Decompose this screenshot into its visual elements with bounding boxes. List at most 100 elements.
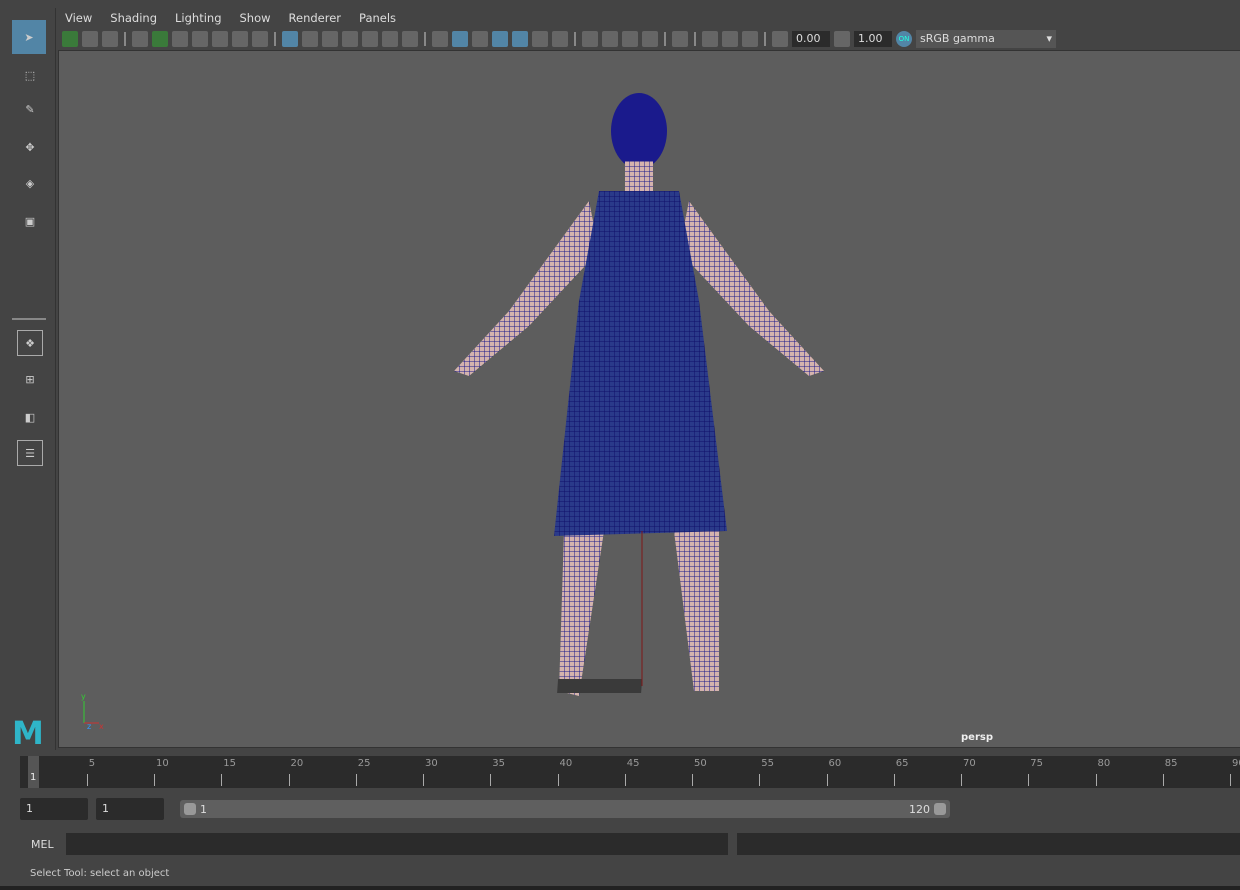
range-slider-bar: 1 1 1 120 (8, 794, 1240, 824)
timeline-tick (557, 774, 559, 786)
range-slider[interactable]: 1 120 (180, 800, 950, 818)
xray-active-icon[interactable] (722, 31, 738, 47)
grease-pencil-icon[interactable] (252, 31, 268, 47)
textured-icon[interactable] (512, 31, 528, 47)
timeline-tick-label: 60 (828, 758, 842, 769)
single-view-layout-icon[interactable]: ❖ (17, 330, 43, 356)
gate-mask-icon[interactable] (342, 31, 358, 47)
timeline-tick-label: 70 (963, 758, 976, 769)
rotate-tool-icon[interactable]: ◈ (17, 170, 43, 196)
isolate-select-icon[interactable] (672, 31, 688, 47)
exposure-icon[interactable] (772, 31, 788, 47)
timeline-tick-label: 10 (156, 758, 169, 769)
timeline-tick (759, 774, 761, 786)
camera-sequence-icon[interactable] (172, 31, 188, 47)
color-management-toggle[interactable]: ON (896, 31, 912, 47)
viewport-panel: View Shading Lighting Show Renderer Pane… (55, 8, 1240, 750)
select-tool-icon[interactable]: ➤ (12, 20, 46, 54)
depth-of-field-icon[interactable] (642, 31, 658, 47)
lights-icon[interactable] (532, 31, 548, 47)
image-plane-icon[interactable] (212, 31, 228, 47)
command-language-label[interactable]: MEL (31, 838, 54, 851)
time-slider[interactable]: 1 5 10 15 20 25 30 35 40 45 50 55 60 65 70 75 80 85 90 (20, 756, 1240, 788)
menu-renderer[interactable]: Renderer (280, 8, 351, 28)
timeline-tick-label: 50 (694, 758, 707, 769)
lasso-tool-icon[interactable]: ⬚ (17, 62, 43, 88)
timeline-tick-label: 30 (425, 758, 438, 769)
xray-joints-icon[interactable] (742, 31, 758, 47)
timeline-tick (221, 774, 223, 786)
timeline-tick-label: 80 (1097, 758, 1111, 769)
menu-view[interactable]: View (56, 8, 101, 28)
antialiasing-icon[interactable] (622, 31, 638, 47)
wireframe-icon[interactable] (432, 31, 448, 47)
ground-plane (557, 679, 643, 693)
animation-start-field[interactable]: 1 (20, 798, 88, 820)
color-space-value: sRGB gamma (920, 32, 995, 45)
shadows-icon[interactable] (552, 31, 568, 47)
menu-shading[interactable]: Shading (101, 8, 166, 28)
grid-icon[interactable] (282, 31, 298, 47)
panel-toolbar: 0.00 1.00 ON sRGB gamma ▾ (56, 28, 1240, 50)
scale-tool-icon[interactable]: ▣ (17, 208, 43, 234)
lock-camera-icon[interactable] (152, 31, 168, 47)
safe-action-icon[interactable] (382, 31, 398, 47)
outliner-layout-icon[interactable]: ☰ (17, 440, 43, 466)
timeline-tick (692, 774, 694, 786)
current-frame-marker[interactable]: 1 (28, 756, 39, 788)
timeline-tick (1162, 774, 1164, 786)
move-tool-icon[interactable]: ✥ (17, 134, 43, 160)
timeline-tick (893, 774, 895, 786)
color-space-dropdown[interactable]: sRGB gamma ▾ (916, 30, 1056, 48)
bookmark-icon[interactable] (102, 31, 118, 47)
bookmark-2-icon[interactable] (192, 31, 208, 47)
select-camera-icon[interactable] (62, 31, 78, 47)
four-view-layout-icon[interactable]: ⊞ (17, 366, 43, 392)
axis-y-label: y (81, 692, 86, 701)
menu-lighting[interactable]: Lighting (166, 8, 230, 28)
bottom-edge (0, 886, 1240, 890)
xray-icon[interactable] (702, 31, 718, 47)
resolution-gate-icon[interactable] (322, 31, 338, 47)
menu-show[interactable]: Show (231, 8, 280, 28)
timeline-tick (624, 774, 626, 786)
timeline-tick (1028, 774, 1030, 786)
range-start-label: 1 (200, 803, 207, 816)
tool-box: ➤ ⬚ ✎ ✥ ◈ ▣ ❖ ⊞ ◧ ☰ M (8, 8, 50, 752)
wireframe-on-shaded-icon[interactable] (492, 31, 508, 47)
axis-z-label: z (87, 722, 91, 731)
timeline-tick-label: 65 (895, 758, 909, 769)
timeline-tick (1230, 774, 1232, 786)
panel-menu-bar: View Shading Lighting Show Renderer Pane… (56, 8, 1240, 28)
menu-panels[interactable]: Panels (350, 8, 405, 28)
character-model[interactable]: y z x (59, 51, 1240, 749)
timeline-tick-label: 5 (88, 758, 96, 769)
command-result-field (737, 833, 1240, 855)
camera-attributes-icon[interactable] (82, 31, 98, 47)
timeline-tick-label: 75 (1030, 758, 1044, 769)
range-start-handle[interactable] (184, 803, 196, 815)
paint-select-tool-icon[interactable]: ✎ (17, 96, 43, 122)
camera-label: persp (961, 732, 993, 743)
timeline-tick-label: 15 (223, 758, 237, 769)
timeline-tick-label: 90 (1232, 758, 1240, 769)
field-chart-icon[interactable] (362, 31, 378, 47)
screen-space-ao-icon[interactable] (582, 31, 598, 47)
smooth-shade-icon[interactable] (452, 31, 468, 47)
film-gate-icon[interactable] (302, 31, 318, 47)
gamma-icon[interactable] (834, 31, 850, 47)
timeline-tick (490, 774, 492, 786)
command-input[interactable] (66, 833, 728, 855)
3d-viewport[interactable]: y z x persp (58, 50, 1240, 748)
safe-title-icon[interactable] (402, 31, 418, 47)
playback-start-field[interactable]: 1 (96, 798, 164, 820)
motion-blur-icon[interactable] (602, 31, 618, 47)
exposure-field[interactable]: 0.00 (792, 31, 830, 47)
divider (12, 318, 46, 320)
two-view-layout-icon[interactable]: ◧ (17, 404, 43, 430)
range-end-handle[interactable] (934, 803, 946, 815)
default-material-icon[interactable] (472, 31, 488, 47)
gamma-field[interactable]: 1.00 (854, 31, 892, 47)
2d-pan-zoom-icon[interactable] (232, 31, 248, 47)
camera-icon[interactable] (132, 31, 148, 47)
